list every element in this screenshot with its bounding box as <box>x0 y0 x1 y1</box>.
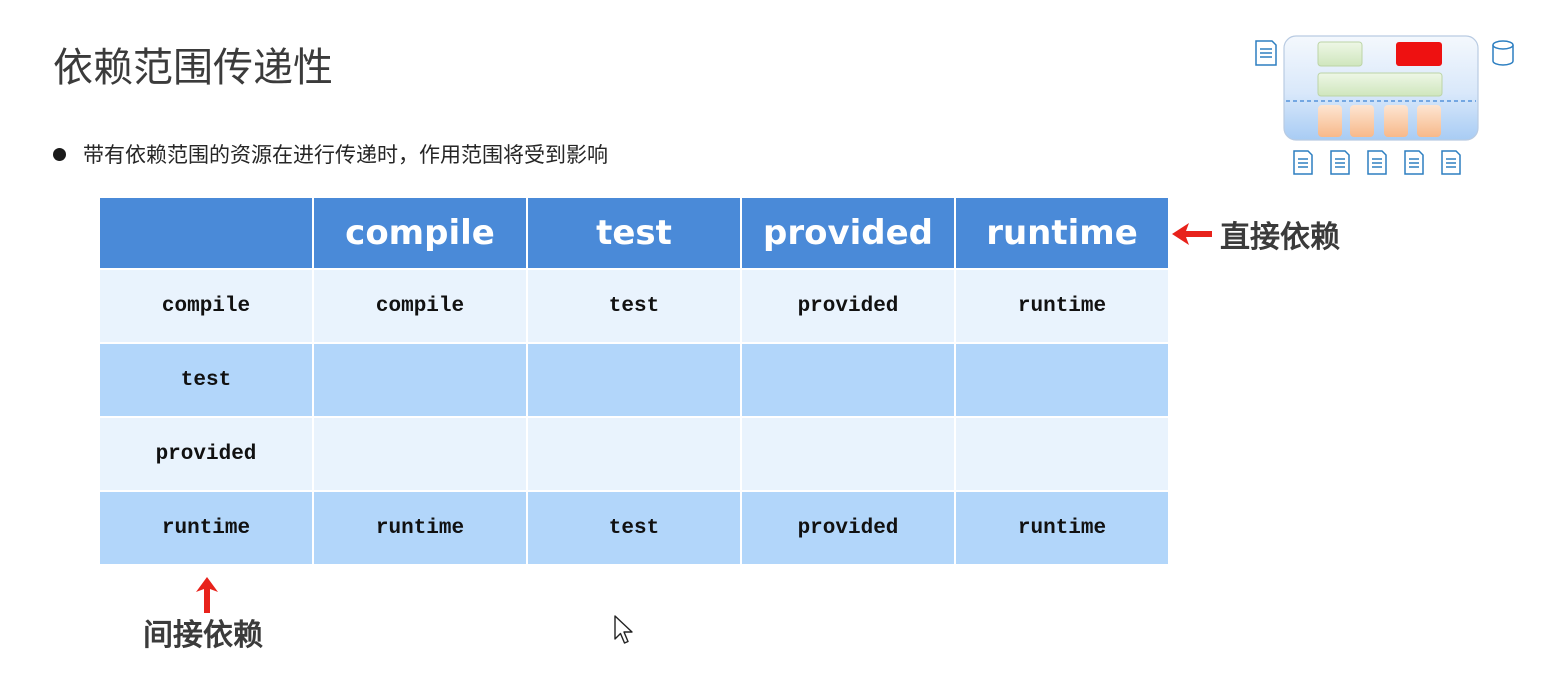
table-cell: runtime <box>956 492 1168 564</box>
table-header-test: test <box>528 198 740 268</box>
table-cell <box>956 418 1168 490</box>
table-cell <box>742 344 954 416</box>
table-cell: provided <box>742 492 954 564</box>
table-row-label-runtime: runtime <box>100 492 312 564</box>
table-cell: test <box>528 492 740 564</box>
table-header-runtime: runtime <box>956 198 1168 268</box>
table-cell: runtime <box>314 492 526 564</box>
direct-dependency-annotation: 直接依赖 <box>1172 212 1340 256</box>
table-cell: test <box>528 270 740 342</box>
table-row-label-compile: compile <box>100 270 312 342</box>
bullet-dot-icon <box>53 147 66 161</box>
mouse-pointer-icon <box>614 615 634 649</box>
table-row-label-test: test <box>100 344 312 416</box>
indirect-dependency-label: 间接依赖 <box>143 618 263 653</box>
bullet-point: 带有依赖范围的资源在进行传递时，作用范围将受到影响 <box>53 138 608 170</box>
table-cell <box>742 418 954 490</box>
arrow-left-icon <box>1172 222 1212 246</box>
table-cell <box>314 344 526 416</box>
table-header-corner <box>100 198 312 268</box>
table-cell: runtime <box>956 270 1168 342</box>
page-title: 依赖范围传递性 <box>53 45 333 91</box>
table-cell <box>528 344 740 416</box>
dependency-structure-diagram-icon <box>1252 34 1518 184</box>
table-header-provided: provided <box>742 198 954 268</box>
scope-transitivity-table: compile test provided runtime compile co… <box>100 198 1168 564</box>
table-header-compile: compile <box>314 198 526 268</box>
table-cell: provided <box>742 270 954 342</box>
table-row-label-provided: provided <box>100 418 312 490</box>
table-cell <box>956 344 1168 416</box>
table-cell: compile <box>314 270 526 342</box>
direct-dependency-label: 直接依赖 <box>1220 220 1340 255</box>
table-cell <box>528 418 740 490</box>
bullet-text: 带有依赖范围的资源在进行传递时，作用范围将受到影响 <box>83 143 608 167</box>
table-cell <box>314 418 526 490</box>
